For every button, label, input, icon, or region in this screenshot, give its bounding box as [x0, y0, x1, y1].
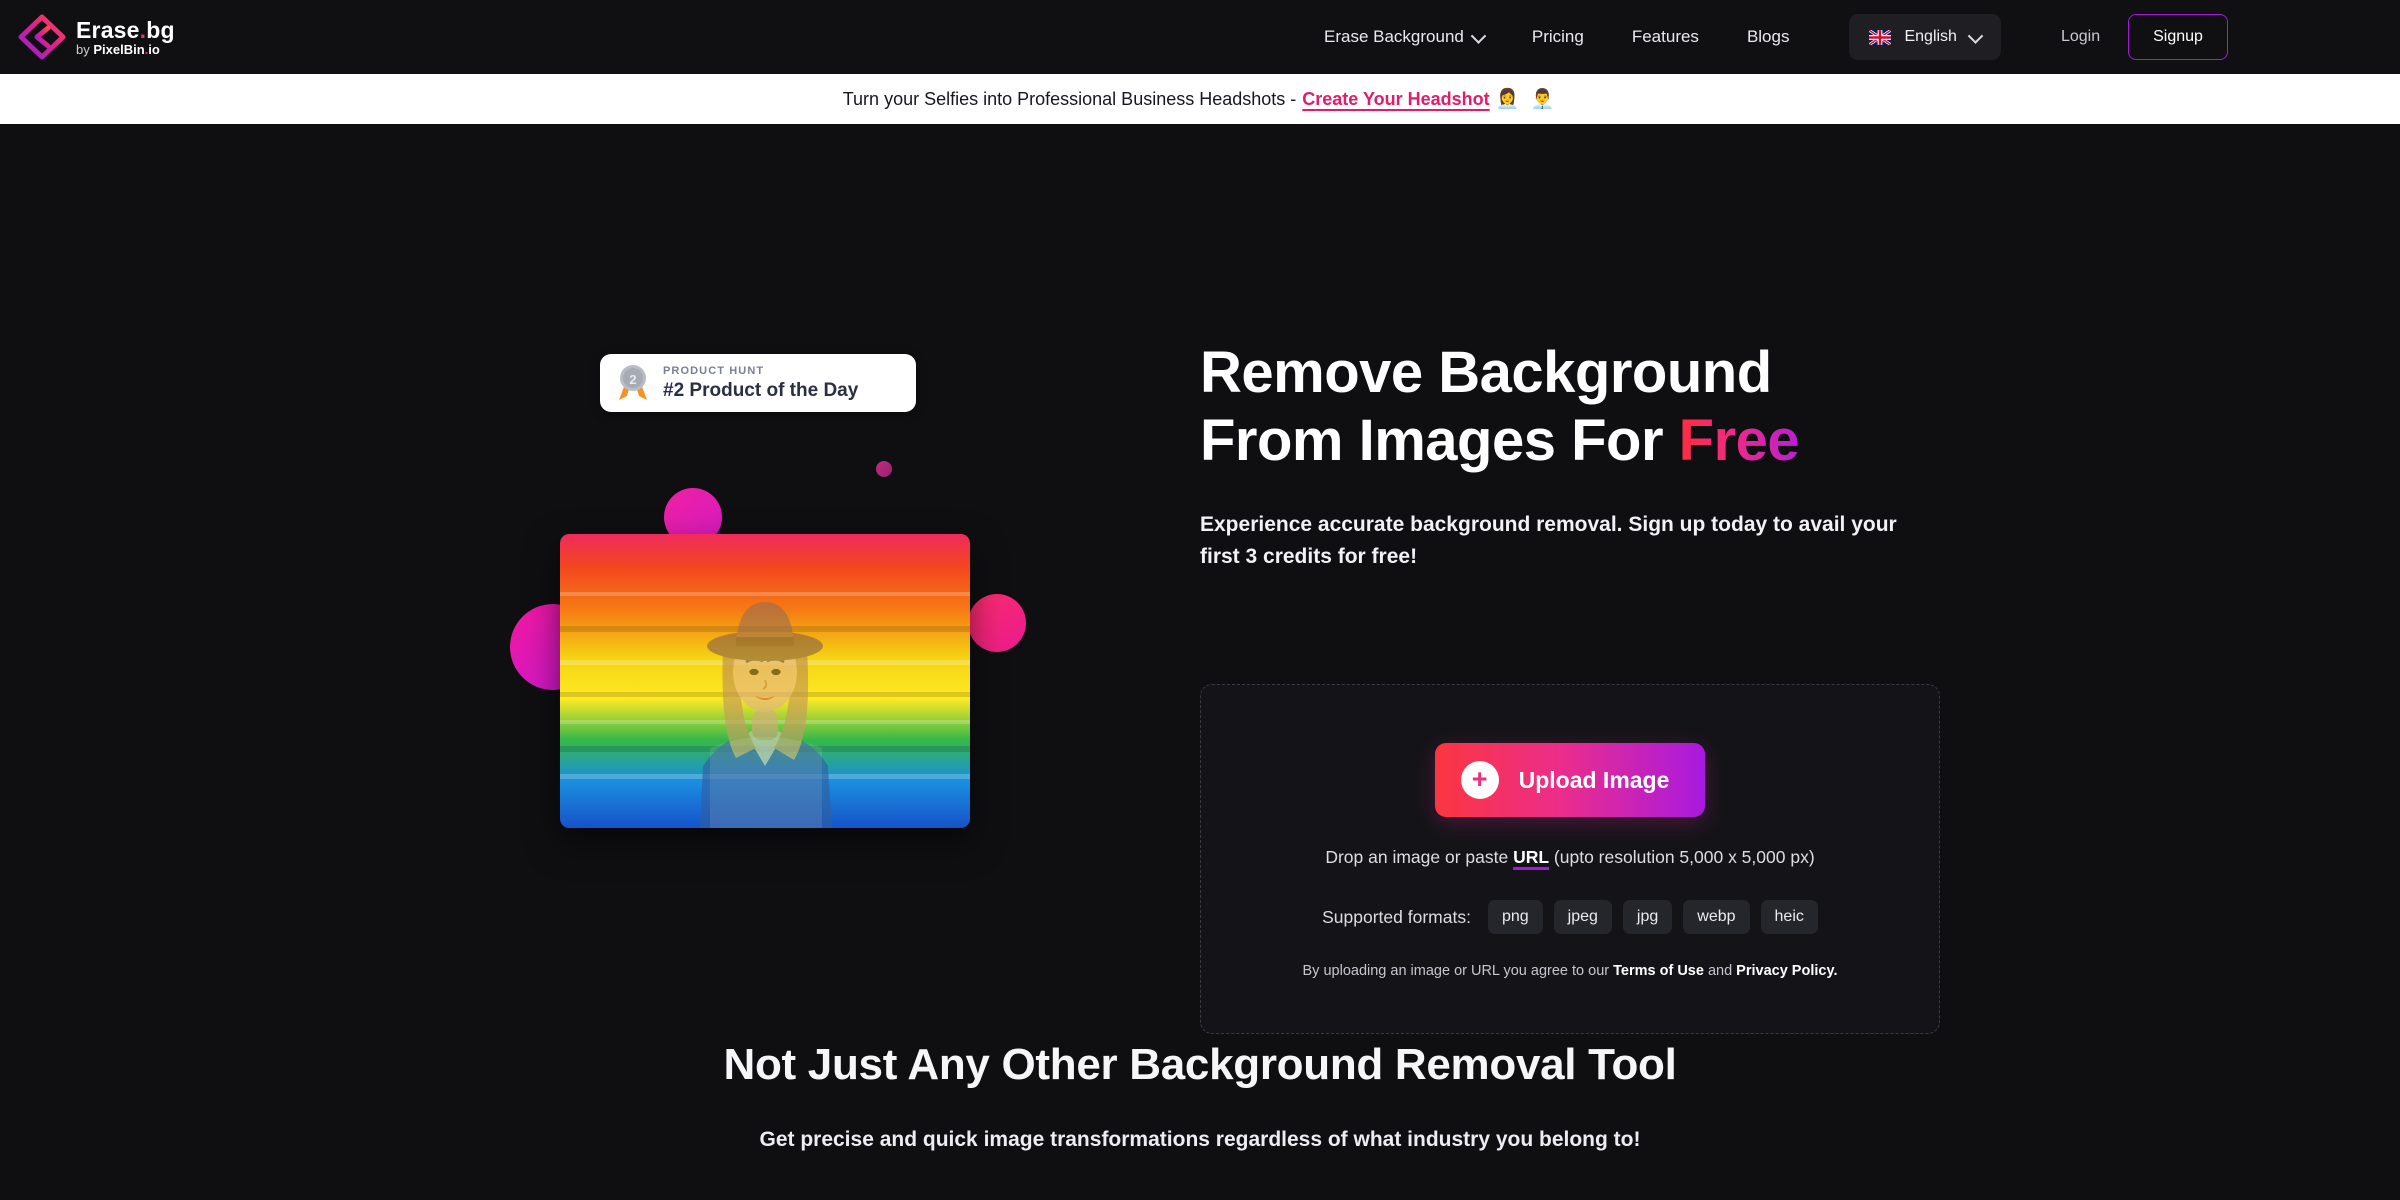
nav-item-erase-background[interactable]: Erase Background [1300, 27, 1508, 47]
promo-banner: Turn your Selfies into Professional Busi… [0, 74, 2400, 124]
format-chip-jpg[interactable]: jpg [1622, 900, 1673, 934]
terms-of-use-link[interactable]: Terms of Use [1613, 963, 1704, 979]
product-hunt-text: PRODUCT HUNT #2 Product of the Day [663, 365, 858, 401]
brand-logo-link[interactable]: Erase.bg by PixelBin.io [18, 14, 175, 60]
paste-url-link[interactable]: URL [1513, 847, 1549, 867]
drop-suffix: (upto resolution 5,000 x 5,000 px) [1549, 847, 1815, 867]
terms-mid: and [1703, 963, 1737, 979]
headline-line-2: From Images For [1200, 407, 1679, 473]
language-label: English [1904, 28, 1957, 45]
hero-subheadline: Experience accurate background removal. … [1200, 512, 1897, 569]
format-chip-heic[interactable]: heic [1760, 900, 1818, 934]
page-root: Erase.bg by PixelBin.io Erase Background… [0, 0, 2400, 1200]
headshot-emoji-icon: 👩‍💼 👨‍💼 [1495, 89, 1558, 110]
product-hunt-kicker: PRODUCT HUNT [663, 365, 765, 378]
features-section: Not Just Any Other Background Removal To… [0, 1040, 2400, 1152]
hero-section: 2 PRODUCT HUNT #2 Product of the Day Rem… [0, 124, 2400, 1034]
upload-image-button[interactable]: + Upload Image [1434, 743, 1706, 817]
nav-item-pricing[interactable]: Pricing [1508, 27, 1608, 47]
svg-text:2: 2 [629, 372, 636, 387]
drop-prefix: Drop an image or paste [1325, 847, 1514, 867]
language-selector[interactable]: English [1849, 14, 2001, 60]
signup-button[interactable]: Signup [2128, 14, 2228, 60]
login-button[interactable]: Login [2043, 28, 2118, 46]
format-chip-webp[interactable]: webp [1683, 900, 1750, 934]
brand-subtitle: by PixelBin.io [76, 41, 160, 57]
product-hunt-title: #2 Product of the Day [663, 379, 859, 401]
brand-name: Erase.bg [76, 16, 175, 43]
upload-dropzone[interactable]: + Upload Image Drop an image or paste UR… [1200, 684, 1940, 1034]
supported-formats: Supported formats: png jpeg jpg webp hei… [1322, 900, 1818, 934]
decorative-circle-right [968, 594, 1026, 652]
uk-flag-icon [1869, 29, 1892, 45]
product-hunt-badge[interactable]: 2 PRODUCT HUNT #2 Product of the Day [600, 354, 916, 412]
chevron-down-icon [1473, 32, 1484, 43]
section-title: Not Just Any Other Background Removal To… [723, 1040, 1677, 1089]
terms-notice: By uploading an image or URL you agree t… [1303, 963, 1838, 979]
nav-label: Erase Background [1324, 27, 1464, 46]
headline-highlight-free: Free [1678, 407, 1800, 473]
page-title: Remove Background From Images For Free [1200, 339, 1960, 475]
plus-circle-icon: + [1460, 761, 1499, 799]
erasebg-diamond-logo-icon [18, 14, 66, 60]
silver-medal-icon: 2 [619, 365, 647, 400]
section-subtitle: Get precise and quick image transformati… [759, 1128, 1641, 1151]
terms-prefix: By uploading an image or URL you agree t… [1302, 963, 1614, 979]
headline-line-1: Remove Background [1200, 340, 1772, 405]
main-navigation: Erase Background Pricing Features Blogs [1300, 0, 2228, 74]
drop-instructions: Drop an image or paste URL (upto resolut… [1325, 847, 1814, 868]
woman-in-hat-rainbow-illustration [560, 534, 970, 828]
chevron-down-icon [1970, 32, 1981, 43]
hero-copy: Remove Background From Images For Free E… [1200, 124, 1960, 574]
supported-formats-label: Supported formats: [1322, 906, 1471, 927]
format-chip-jpeg[interactable]: jpeg [1553, 900, 1612, 934]
site-header: Erase.bg by PixelBin.io Erase Background… [0, 0, 2400, 74]
nav-label: Pricing [1531, 27, 1584, 46]
privacy-policy-link[interactable]: Privacy Policy. [1736, 963, 1837, 979]
brand-text: Erase.bg by PixelBin.io [76, 18, 175, 57]
create-headshot-link[interactable]: Create Your Headshot [1302, 89, 1489, 110]
hero-sample-image [560, 534, 970, 828]
nav-item-blogs[interactable]: Blogs [1723, 27, 1814, 47]
nav-label: Blogs [1746, 27, 1790, 46]
decorative-dot [876, 461, 892, 477]
upload-button-label: Upload Image [1518, 766, 1670, 793]
format-chip-png[interactable]: png [1487, 900, 1543, 934]
nav-item-features[interactable]: Features [1608, 27, 1723, 47]
promo-text: Turn your Selfies into Professional Busi… [842, 88, 1297, 109]
auth-actions: Login Signup [2043, 14, 2228, 60]
nav-label: Features [1631, 27, 1699, 46]
